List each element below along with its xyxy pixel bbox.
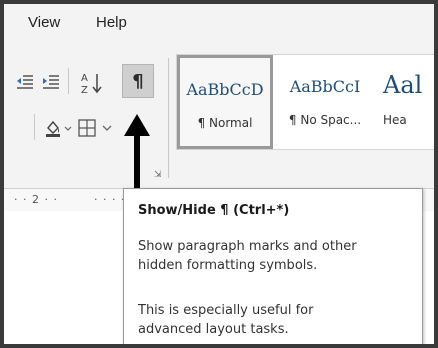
- menu-view[interactable]: View: [28, 14, 60, 31]
- decrease-indent-icon[interactable]: [14, 72, 36, 92]
- tooltip-body-line: hidden formatting symbols.: [138, 258, 318, 273]
- borders-icon[interactable]: [76, 118, 98, 138]
- tooltip-body-line: advanced layout tasks.: [138, 322, 289, 337]
- svg-text:Z: Z: [81, 85, 88, 95]
- shading-icon[interactable]: [44, 118, 74, 138]
- ruler-marks: · · 2 · ·: [14, 193, 58, 206]
- increase-indent-icon[interactable]: [40, 72, 62, 92]
- menu-bar: View Help: [4, 4, 434, 50]
- style-preview: Aal: [383, 71, 423, 99]
- styles-gallery: AaBbCcD ¶ Normal AaBbCcI ¶ No Spac... Aa…: [176, 54, 434, 150]
- style-preview: AaBbCcD: [186, 80, 264, 99]
- style-normal[interactable]: AaBbCcD ¶ Normal: [177, 55, 273, 149]
- style-no-spacing[interactable]: AaBbCcI ¶ No Spac...: [277, 55, 373, 149]
- svg-text:A: A: [81, 73, 88, 84]
- screenshot-frame: View Help A Z ¶ ⇲ AaBbCcD ¶ Normal AaBbC…: [0, 0, 438, 348]
- paragraph-dialog-launcher-icon[interactable]: ⇲: [154, 170, 166, 182]
- menu-help[interactable]: Help: [96, 14, 127, 31]
- style-heading[interactable]: Aal Hea: [377, 55, 434, 149]
- sort-icon[interactable]: A Z: [78, 70, 106, 96]
- tooltip: Show/Hide ¶ (Ctrl+*) Show paragraph mark…: [123, 188, 423, 344]
- annotation-arrow-icon: [124, 114, 150, 194]
- tooltip-title: Show/Hide ¶ (Ctrl+*): [138, 203, 290, 218]
- tooltip-body-line: This is especially useful for: [138, 303, 314, 318]
- borders-dropdown-chevron-icon[interactable]: [100, 118, 114, 138]
- ribbon-separator: [34, 114, 35, 140]
- ribbon-separator: [68, 68, 69, 94]
- tooltip-body-line: Show paragraph marks and other: [138, 239, 357, 254]
- ribbon-group-separator: [168, 58, 169, 178]
- ruler-marks: · · · ·: [94, 193, 126, 206]
- style-label: Hea: [383, 113, 407, 127]
- style-label: ¶ No Spac...: [288, 113, 362, 127]
- show-hide-button[interactable]: ¶: [122, 64, 154, 98]
- style-label: ¶ Normal: [197, 116, 253, 130]
- style-preview: AaBbCcI: [289, 77, 361, 96]
